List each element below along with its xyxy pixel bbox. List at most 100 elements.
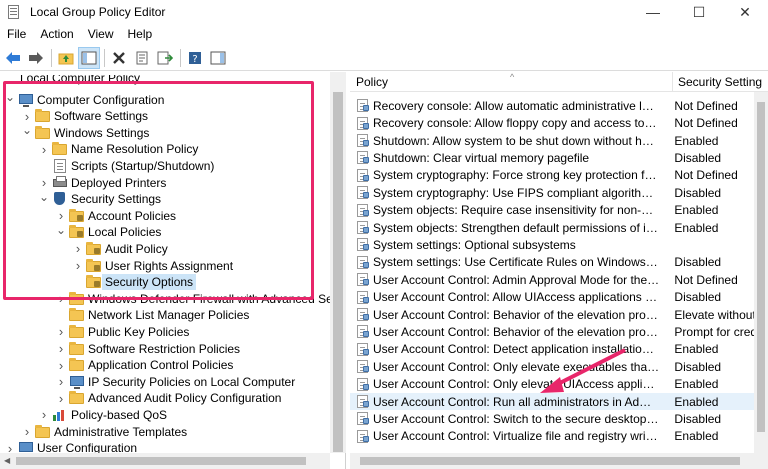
- collapsed-chevron-icon[interactable]: ›: [55, 324, 67, 339]
- tree-item[interactable]: › Account Policies: [55, 207, 176, 224]
- table-row[interactable]: User Account Control: Allow UIAccess app…: [350, 288, 768, 306]
- tree-item-label: Security Settings: [71, 192, 162, 207]
- collapsed-chevron-icon[interactable]: ›: [55, 291, 67, 306]
- folder-icon: [35, 125, 51, 140]
- policy-name: Shutdown: Clear virtual memory pagefile: [373, 150, 590, 165]
- show-hide-action-pane-button[interactable]: [207, 47, 229, 69]
- tree-vertical-scrollbar[interactable]: [330, 72, 346, 453]
- collapsed-chevron-icon[interactable]: ›: [55, 358, 67, 373]
- tree-item[interactable]: › Software Settings: [21, 108, 148, 125]
- folder-icon: [35, 424, 51, 439]
- table-row[interactable]: User Account Control: Switch to the secu…: [350, 410, 768, 428]
- policy-setting-icon: [357, 395, 370, 409]
- tree-item[interactable]: ⌄ Computer Configuration: [4, 90, 165, 108]
- policy-setting-icon: [357, 186, 370, 200]
- scroll-thumb[interactable]: [360, 457, 740, 465]
- table-row[interactable]: System settings: Use Certificate Rules o…: [350, 254, 768, 272]
- tree-item-label: Administrative Templates: [54, 424, 188, 439]
- show-hide-console-tree-button[interactable]: [78, 46, 100, 69]
- collapsed-chevron-icon[interactable]: ›: [55, 391, 67, 406]
- minimize-button[interactable]: —: [630, 0, 676, 24]
- collapsed-chevron-icon[interactable]: ›: [55, 374, 67, 389]
- maximize-icon: ☐: [692, 3, 706, 20]
- tree-item[interactable]: ⌄ Security Settings: [38, 190, 162, 208]
- collapsed-chevron-icon[interactable]: ›: [55, 208, 67, 223]
- up-one-level-button[interactable]: [55, 47, 77, 69]
- table-row[interactable]: Recovery console: Allow floppy copy and …: [350, 114, 768, 132]
- expanded-chevron-icon[interactable]: ⌄: [21, 123, 33, 137]
- tree-item[interactable]: › User Rights Assignment: [72, 257, 233, 274]
- list-vertical-scrollbar[interactable]: [754, 92, 768, 453]
- delete-button[interactable]: [108, 47, 130, 69]
- collapsed-chevron-icon[interactable]: ›: [38, 407, 50, 422]
- table-row[interactable]: Recovery console: Allow automatic admini…: [350, 97, 768, 115]
- column-header-security-setting[interactable]: Security Setting: [672, 72, 768, 92]
- tree-item[interactable]: ›Network List Manager Policies: [55, 307, 249, 324]
- tree-item[interactable]: › Windows Defender Firewall with Advanced…: [55, 290, 346, 307]
- tree-item[interactable]: ›Scripts (Startup/Shutdown): [38, 157, 214, 174]
- tree-item[interactable]: › Software Restriction Policies: [55, 340, 240, 357]
- collapsed-chevron-icon[interactable]: ›: [21, 424, 33, 439]
- collapsed-chevron-icon[interactable]: ›: [21, 109, 33, 124]
- table-row[interactable]: Shutdown: Allow system to be shut down w…: [350, 132, 768, 150]
- tree-item[interactable]: › Policy-based QoS: [38, 406, 167, 423]
- collapsed-chevron-icon[interactable]: ›: [72, 258, 84, 273]
- help-button[interactable]: ?: [184, 47, 206, 69]
- folder-icon: [69, 308, 85, 322]
- close-button[interactable]: ✕: [722, 0, 768, 24]
- table-row[interactable]: User Account Control: Admin Approval Mod…: [350, 271, 768, 289]
- tree-item[interactable]: › Administrative Templates: [21, 423, 187, 440]
- tree-root[interactable]: Local Computer Policy: [20, 75, 140, 87]
- collapsed-chevron-icon[interactable]: ›: [55, 341, 67, 356]
- table-row[interactable]: User Account Control: Behavior of the el…: [350, 306, 768, 324]
- table-row[interactable]: System objects: Strengthen default permi…: [350, 219, 768, 237]
- policy-setting-icon: [357, 168, 370, 182]
- folder-icon: [52, 142, 68, 156]
- tree-item[interactable]: › Advanced Audit Policy Configuration: [55, 390, 282, 407]
- table-row[interactable]: System cryptography: Force strong key pr…: [350, 167, 768, 185]
- table-row[interactable]: Shutdown: Clear virtual memory pagefile D…: [350, 149, 768, 167]
- back-button[interactable]: [2, 47, 24, 69]
- collapsed-chevron-icon[interactable]: ›: [72, 241, 84, 256]
- tree-item[interactable]: › IP Security Policies on Local Computer: [55, 373, 295, 390]
- list-horizontal-scrollbar[interactable]: [350, 453, 768, 469]
- expanded-chevron-icon[interactable]: ⌄: [55, 223, 67, 237]
- tree-item[interactable]: ⌄ Windows Settings: [21, 123, 149, 141]
- tree-item-label: Computer Configuration: [37, 92, 165, 107]
- tree-horizontal-scrollbar[interactable]: ◀: [0, 453, 330, 469]
- scroll-thumb[interactable]: [757, 102, 765, 432]
- tree-item-label: Windows Defender Firewall with Advanced …: [88, 291, 346, 306]
- table-row[interactable]: User Account Control: Behavior of the el…: [350, 323, 768, 341]
- table-row[interactable]: System settings: Optional subsystems: [350, 236, 768, 254]
- menu-action[interactable]: Action: [33, 27, 80, 41]
- collapsed-chevron-icon[interactable]: ›: [38, 142, 50, 157]
- menu-help[interactable]: Help: [121, 27, 160, 41]
- properties-button[interactable]: [131, 47, 153, 69]
- table-row[interactable]: System objects: Require case insensitivi…: [350, 201, 768, 219]
- tree-item-label: Name Resolution Policy: [71, 142, 199, 157]
- table-row[interactable]: User Account Control: Virtualize file an…: [350, 428, 768, 446]
- table-row[interactable]: System cryptography: Use FIPS compliant …: [350, 184, 768, 202]
- menu-view[interactable]: View: [81, 27, 121, 41]
- toolbar-separator: [180, 48, 181, 67]
- tree-item[interactable]: ⌄ Local Policies: [55, 223, 161, 241]
- tree-item[interactable]: › Deployed Printers: [38, 174, 167, 191]
- column-header-setting-label: Security Setting: [678, 75, 763, 89]
- forward-button[interactable]: [25, 47, 47, 69]
- expanded-chevron-icon[interactable]: ⌄: [38, 190, 50, 204]
- tree-item[interactable]: › Audit Policy: [72, 240, 168, 257]
- expanded-chevron-icon[interactable]: ⌄: [4, 90, 16, 104]
- export-list-button[interactable]: [154, 47, 176, 69]
- tree-item[interactable]: › Public Key Policies: [55, 323, 190, 340]
- collapsed-chevron-icon[interactable]: ›: [38, 175, 50, 190]
- tree-item[interactable]: › Name Resolution Policy: [38, 141, 199, 158]
- scroll-thumb[interactable]: [16, 457, 306, 465]
- pointer-arrow-annotation: [540, 348, 626, 393]
- scroll-thumb[interactable]: [333, 92, 343, 452]
- menu-file[interactable]: File: [0, 27, 33, 41]
- tree-item-label: Account Policies: [88, 208, 177, 223]
- tree-item[interactable]: › Application Control Policies: [55, 357, 234, 374]
- tree-item[interactable]: ›Security Options: [72, 274, 197, 291]
- maximize-button[interactable]: ☐: [676, 0, 722, 24]
- scroll-left-icon[interactable]: ◀: [4, 456, 10, 465]
